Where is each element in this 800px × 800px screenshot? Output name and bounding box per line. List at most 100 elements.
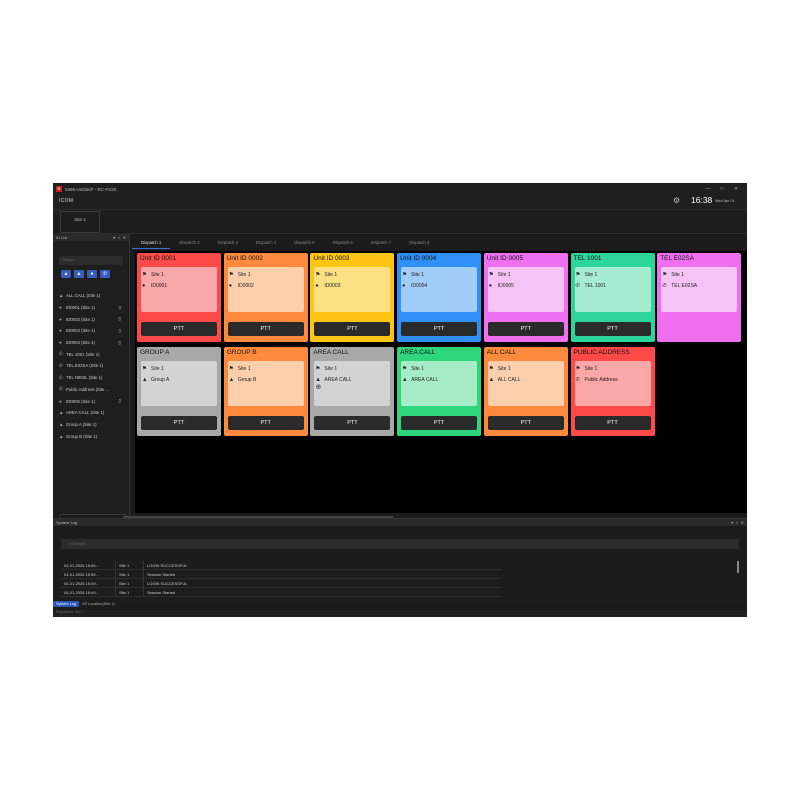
handset-icon[interactable]: ▯	[119, 340, 121, 346]
ptt-button[interactable]: PTT	[401, 322, 478, 336]
tab-dispatch-6[interactable]: Dispatch 6	[323, 237, 361, 249]
list-item[interactable]: ▲ Group B (Site 1)	[59, 430, 127, 442]
log-search-input[interactable]: ⌕ Search	[61, 539, 739, 549]
list-item[interactable]: ● ID0005 (Site 1) ▯	[59, 395, 127, 407]
filter-group-icon[interactable]: ▲	[61, 270, 71, 278]
list-item[interactable]: ● ID0004 (Site 1) ▯	[59, 337, 127, 349]
ptt-button[interactable]: PTT	[141, 322, 217, 336]
card-site: Site 1	[151, 272, 164, 278]
tab-dispatch-4[interactable]: Dispatch 4	[247, 237, 285, 249]
log-tabs: System Log AP Location(Site 1)	[53, 601, 118, 607]
handset-icon[interactable]: ▯	[119, 398, 121, 404]
list-item[interactable]: ▲ ALL CALL (Site 1)	[59, 290, 127, 302]
dispatch-card[interactable]: ALL CALL ⚑ Site 1 ▲ ALL CALL PTT	[483, 347, 568, 436]
card-title: TEL E02SA	[660, 255, 694, 262]
ptt-button[interactable]: PTT	[487, 416, 564, 430]
tab-dispatch-7[interactable]: Dispatch 7	[362, 237, 400, 249]
ptt-button[interactable]: PTT	[574, 322, 651, 336]
filter-person-icon[interactable]: ●	[87, 270, 97, 278]
ptt-button[interactable]: PTT	[314, 322, 391, 336]
dispatch-card[interactable]: Unit ID 0005 ⚑ Site 1 ● ID0005 PTT	[483, 253, 568, 342]
clock-time: 16:38	[691, 195, 713, 205]
dispatch-card[interactable]: PUBLIC ADDRESS ⚑ Site 1 ✆ Public Address PTT	[570, 347, 655, 436]
ptt-button[interactable]: PTT	[314, 416, 391, 430]
dropdown-icon[interactable]: ▾	[113, 235, 115, 240]
dispatch-card[interactable]: AREA CALL ⚑ Site 1 ▲ AREA CALL ⊕ PTT	[310, 347, 395, 436]
list-item[interactable]: ● ID0001 (Site 1) ▯	[59, 302, 127, 314]
id-search-input[interactable]: Search	[59, 256, 123, 265]
tab-ap-location[interactable]: AP Location(Site 1)	[79, 601, 118, 607]
dispatch-card[interactable]: Unit ID 0002 ⚑ Site 1 ● ID0002 PTT	[223, 253, 308, 342]
close-icon[interactable]: ✕	[729, 186, 743, 192]
dropdown-icon[interactable]: ▾	[731, 520, 733, 525]
tab-dispatch-8[interactable]: Dispatch 8	[400, 237, 438, 249]
card-site-row: ⚑ Site 1	[229, 272, 251, 278]
flag-icon: ⚑	[402, 366, 408, 372]
tab-dispatch-3[interactable]: Dispatch 3	[209, 237, 247, 249]
card-target-row: ▲ Group B	[229, 377, 257, 383]
vertical-scrollbar[interactable]	[737, 561, 739, 573]
tab-dispatch-2[interactable]: Dispatch 2	[170, 237, 208, 249]
ptt-button[interactable]: PTT	[227, 322, 304, 336]
minimize-icon[interactable]: —	[701, 186, 715, 192]
list-item[interactable]: ✆ TEL N802L (Site 1)	[59, 372, 127, 384]
ptt-button[interactable]: PTT	[487, 322, 564, 336]
flag-icon: ⚑	[575, 366, 581, 372]
handset-icon[interactable]: ▯	[119, 328, 121, 334]
list-item[interactable]: ✆ TEL 1001 (Site 1)	[59, 348, 127, 360]
card-site: Site 1	[584, 272, 598, 278]
dispatch-card[interactable]: TEL 1001 ⚑ Site 1 ✆ TEL 1001 PTT	[570, 253, 655, 342]
dispatch-card[interactable]: Unit ID 0001 ⚑ Site 1 ● ID0001 PTT	[137, 253, 221, 342]
handset-icon[interactable]: ▯	[119, 316, 121, 322]
list-item[interactable]: ✆ TEL E02SA (Site 1)	[59, 360, 127, 372]
site-tab[interactable]: Site 1	[60, 211, 100, 233]
maximize-icon[interactable]: □	[715, 186, 729, 192]
close-icon[interactable]: ✕	[741, 520, 744, 525]
dispatch-card[interactable]: AREA CALL ⚑ Site 1 ▲ AREA CALL PTT	[397, 347, 482, 436]
list-item[interactable]: ● ID0002 (Site 1) ▯	[59, 313, 127, 325]
ptt-button[interactable]: PTT	[574, 416, 651, 430]
handset-icon[interactable]: ▯	[119, 305, 121, 311]
person-icon: ●	[142, 283, 146, 289]
card-target-row: ● ID0005	[489, 283, 514, 289]
filter-phone-icon[interactable]: ✆	[100, 270, 110, 278]
ptt-button[interactable]: PTT	[401, 416, 478, 430]
dispatch-card[interactable]: Unit ID 0003 ⚑ Site 1 ● ID0003 PTT	[310, 253, 395, 342]
dispatch-card[interactable]: GROUP B ⚑ Site 1 ▲ Group B PTT	[223, 347, 308, 436]
ptt-button[interactable]: PTT	[227, 416, 304, 430]
gear-icon[interactable]: ⚙	[673, 196, 680, 205]
pin-icon[interactable]: ▪	[736, 520, 737, 525]
card-site: Site 1	[411, 366, 424, 372]
card-site: Site 1	[151, 366, 164, 372]
dispatch-card[interactable]: TEL E02SA ⚑ Site 1 ✆ TEL E02SA	[657, 253, 742, 342]
panel-title: System Log	[56, 520, 78, 525]
list-item[interactable]: ● ID0003 (Site 1) ▯	[59, 325, 127, 337]
close-icon[interactable]: ✕	[123, 235, 126, 240]
tab-dispatch-1[interactable]: Dispatch 1	[132, 237, 171, 249]
log-table: 04-01-2026 15:55... Site 1 LOGIN SUCCESSFU…	[61, 560, 501, 597]
list-item[interactable]: ▲ AREA CALL (Site 1)	[59, 407, 127, 419]
list-item[interactable]: ▲ Group A (Site 1)	[59, 419, 127, 431]
ptt-button[interactable]: PTT	[141, 416, 217, 430]
filter-group2-icon[interactable]: ▲	[74, 270, 84, 278]
log-message: LOGIN SUCCESSFUL	[147, 580, 188, 586]
table-row[interactable]: 04-01-2026 15:49... Site 1 Session Started	[61, 587, 501, 597]
pin-icon[interactable]: ▪	[118, 235, 119, 240]
flag-icon: ⚑	[575, 272, 581, 278]
tab-dispatch-5[interactable]: Dispatch 5	[285, 237, 323, 249]
person-icon: ●	[59, 305, 62, 311]
group-icon: ▲	[402, 377, 408, 383]
group-icon: ▲	[228, 377, 235, 383]
card-site-row: ⚑ Site 1	[229, 366, 251, 372]
id-list-panel: ID List ▾ ▪ ✕ Search ▲ ▲ ● ✆ ▲ ALL CALL (Si…	[53, 234, 130, 566]
list-item[interactable]: ✆ Public Address (Site ...	[59, 384, 127, 396]
card-site-row: ⚑ Site 1	[142, 272, 164, 278]
card-site-row: ⚑ Site 1	[662, 272, 684, 278]
tab-system-log[interactable]: System Log	[53, 601, 80, 607]
list-item-label: TEL 1001 (Site 1)	[66, 351, 100, 357]
card-title: GROUP A	[140, 349, 170, 356]
dispatch-card[interactable]: GROUP A ⚑ Site 1 ▲ Group A PTT	[137, 347, 221, 436]
card-site-row: ⚑ Site 1	[402, 366, 424, 372]
phone-icon: ✆	[575, 283, 581, 289]
dispatch-card[interactable]: Unit ID 0004 ⚑ Site 1 ● ID0004 PTT	[397, 253, 482, 342]
